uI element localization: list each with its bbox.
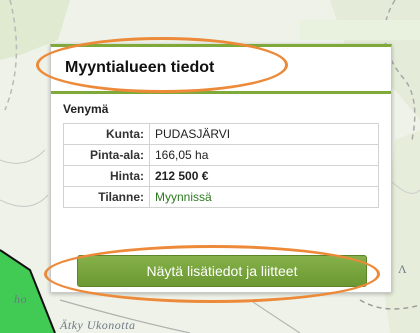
price-value: 212 500 € [149,165,379,187]
status-value: Myynnissä [149,186,379,208]
price-label: Hinta: [63,165,150,187]
municipality-label: Kunta: [63,123,150,145]
municipality-value: PUDASJÄRVI [149,123,379,145]
sale-area-info-table: Kunta: PUDASJÄRVI Pinta-ala: 166,05 ha H… [63,123,379,208]
show-details-button[interactable]: Näytä lisätiedot ja liitteet [77,255,367,287]
table-row: Pinta-ala: 166,05 ha [63,144,379,166]
map-place-label-bottom: Ätky Ukonotta [60,318,136,332]
table-row: Hinta: 212 500 € [63,165,379,187]
popup-title: Myyntialueen tiedot [65,59,215,76]
map-place-label-right: Λ [398,262,408,276]
area-value: 166,05 ha [149,144,379,166]
sale-area-popup: Myyntialueen tiedot Venymä Kunta: PUDASJ… [50,44,392,293]
popup-divider [51,91,391,94]
popup-subtitle: Venymä [63,102,109,116]
map-place-label-left: ho [14,292,27,306]
area-label: Pinta-ala: [63,144,150,166]
table-row: Tilanne: Myynnissä [63,186,379,208]
status-label: Tilanne: [63,186,150,208]
table-row: Kunta: PUDASJÄRVI [63,123,379,145]
